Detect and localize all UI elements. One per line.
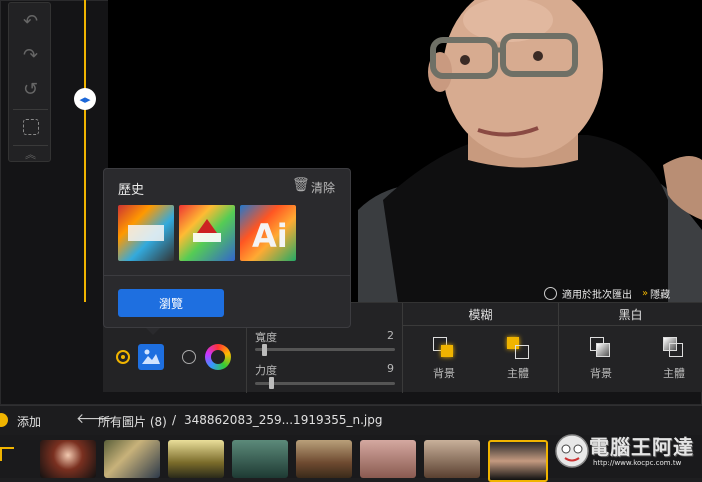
browse-button[interactable]: 瀏覽 bbox=[118, 289, 224, 317]
blur-header: 模糊 bbox=[403, 303, 558, 326]
bw-background-label[interactable]: 背景 bbox=[590, 365, 612, 381]
chevron-down-icon[interactable]: » bbox=[642, 288, 648, 299]
history-thumb[interactable]: Ai bbox=[240, 205, 296, 261]
blur-subject-icon[interactable] bbox=[507, 337, 529, 359]
apply-batch-row: 適用於批次匯出 » 隱藏 bbox=[544, 285, 702, 301]
bw-subject-icon[interactable] bbox=[663, 337, 685, 359]
strength-slider[interactable] bbox=[255, 348, 395, 351]
toolbar-divider bbox=[13, 109, 48, 110]
filmstrip-thumb[interactable] bbox=[40, 440, 96, 478]
blur-subject-label[interactable]: 主體 bbox=[507, 365, 529, 381]
clear-history-button[interactable]: 清除 bbox=[311, 179, 335, 196]
filmstrip-thumb[interactable] bbox=[296, 440, 352, 478]
force-label: 力度 bbox=[255, 364, 277, 377]
blur-background-icon[interactable] bbox=[433, 337, 455, 359]
bw-header: 黑白 bbox=[559, 303, 702, 326]
crop-select-icon[interactable] bbox=[9, 111, 52, 143]
watermark-mascot-icon bbox=[555, 434, 589, 468]
svg-text:Ai: Ai bbox=[252, 217, 288, 255]
apply-batch-checkbox[interactable] bbox=[544, 286, 557, 300]
add-button[interactable]: 添加 bbox=[17, 413, 41, 430]
add-icon[interactable] bbox=[0, 413, 8, 427]
left-toolbar: ↶ ↷ ↺ ︽ bbox=[8, 2, 51, 162]
force-slider-handle[interactable] bbox=[269, 377, 274, 389]
apply-batch-label: 適用於批次匯出 bbox=[562, 289, 632, 301]
watermark-url: http://www.kocpc.com.tw bbox=[593, 459, 682, 467]
force-slider[interactable] bbox=[255, 382, 395, 385]
history-thumb[interactable] bbox=[179, 205, 235, 261]
filmstrip-thumb[interactable] bbox=[168, 440, 224, 478]
reset-icon[interactable]: ↺ bbox=[9, 73, 52, 105]
bw-subject-label[interactable]: 主體 bbox=[663, 365, 685, 381]
compare-split-handle[interactable]: ◂▸ bbox=[74, 88, 96, 110]
strength-label: 寬度 bbox=[255, 331, 277, 344]
color-bg-radio[interactable] bbox=[182, 350, 196, 364]
filmstrip-thumb[interactable] bbox=[232, 440, 288, 478]
filmstrip-thumb[interactable] bbox=[104, 440, 160, 478]
history-popup: 歷史 🗑 清除 Ai 瀏覽 bbox=[103, 168, 351, 328]
filmstrip-thumb[interactable] bbox=[360, 440, 416, 478]
filmstrip-thumb[interactable] bbox=[424, 440, 480, 478]
image-bg-icon[interactable] bbox=[138, 344, 164, 370]
popup-divider bbox=[104, 275, 350, 276]
add-image-tile[interactable] bbox=[0, 447, 14, 461]
strength-slider-handle[interactable] bbox=[262, 344, 267, 356]
file-name: 348862083_259...1919355_n.jpg bbox=[184, 413, 383, 427]
undo-icon[interactable]: ↶ bbox=[9, 5, 52, 37]
trash-icon[interactable]: 🗑 bbox=[292, 177, 310, 193]
all-images-link[interactable]: 所有圖片 (8) bbox=[98, 413, 167, 430]
breadcrumb-separator: / bbox=[172, 413, 177, 427]
popup-pointer bbox=[146, 328, 160, 335]
force-value: 9 bbox=[387, 362, 394, 375]
history-title: 歷史 bbox=[118, 183, 145, 198]
blur-background-label[interactable]: 背景 bbox=[433, 365, 455, 381]
image-bg-radio[interactable] bbox=[116, 350, 130, 364]
color-picker-icon[interactable] bbox=[205, 344, 231, 370]
history-thumb[interactable] bbox=[118, 205, 174, 261]
hide-panel-button[interactable]: 隱藏 bbox=[650, 286, 670, 301]
bw-background-icon[interactable] bbox=[590, 337, 612, 359]
strength-value: 2 bbox=[387, 329, 394, 342]
collapse-icon[interactable]: ︽ bbox=[9, 146, 52, 162]
watermark-logo: 電腦王阿達 http://www.kocpc.com.tw bbox=[553, 430, 702, 474]
redo-icon[interactable]: ↷ bbox=[9, 39, 52, 71]
watermark-title: 電腦王阿達 bbox=[589, 435, 694, 459]
compare-split-line[interactable] bbox=[84, 0, 86, 302]
filmstrip-thumb-selected[interactable] bbox=[488, 440, 548, 482]
